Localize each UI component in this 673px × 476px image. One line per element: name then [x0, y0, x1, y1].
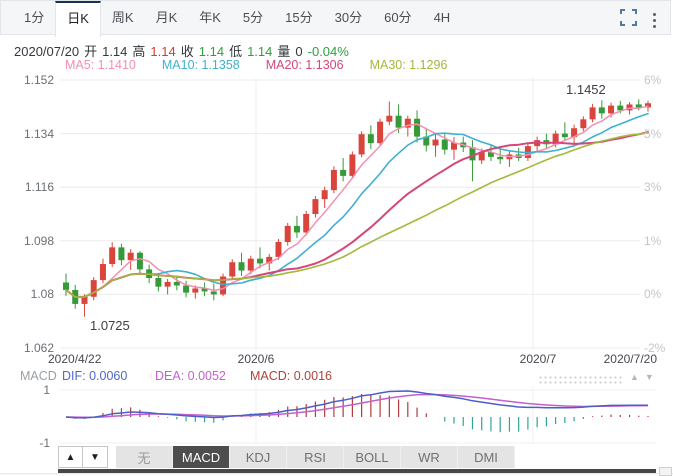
quote-volume-value: 0: [295, 44, 302, 59]
period-tab-5分[interactable]: 5分: [232, 1, 274, 35]
period-tab-1分[interactable]: 1分: [13, 1, 55, 35]
quote-open-value: 1.14: [102, 44, 127, 59]
price-tick-1.116: 1.116: [2, 180, 54, 194]
pane-resize-handle[interactable]: [538, 375, 624, 384]
indicator-tab-MACD[interactable]: MACD: [173, 446, 230, 468]
price-tick-1.062: 1.062: [2, 341, 54, 355]
period-tab-月K[interactable]: 月K: [145, 1, 189, 35]
indicator-bar: ▲ ▼ 无MACDKDJRSIBOLLWRDMI: [58, 446, 515, 468]
macd-axis-top: 1: [4, 383, 50, 397]
period-tab-周K[interactable]: 周K: [101, 1, 145, 35]
period-tab-日K[interactable]: 日K: [55, 1, 101, 37]
pane-collapse-arrows[interactable]: ▲▼: [630, 372, 660, 382]
quote-date: 2020/07/20: [14, 44, 79, 59]
period-tab-4H[interactable]: 4H: [423, 1, 462, 35]
percent-tick-1%: 1%: [644, 234, 661, 248]
indicator-down-button[interactable]: ▼: [83, 446, 108, 468]
ma10-legend: MA10: 1.1358: [162, 58, 240, 72]
quote-open-label: 开: [84, 44, 97, 59]
time-tick-2020/7/20: 2020/7/20: [604, 352, 657, 366]
price-tick-1.152: 1.152: [2, 73, 54, 87]
scroll-corner: [659, 467, 672, 476]
quote-close-value: 1.14: [199, 44, 224, 59]
more-menu-icon[interactable]: [651, 11, 658, 30]
indicator-tab-KDJ[interactable]: KDJ: [230, 446, 287, 468]
period-tab-60分[interactable]: 60分: [373, 1, 422, 35]
indicator-tabs: 无MACDKDJRSIBOLLWRDMI: [116, 446, 515, 468]
indicator-tab-WR[interactable]: WR: [401, 446, 458, 468]
indicator-tab-RSI[interactable]: RSI: [287, 446, 344, 468]
macd-macd-value[interactable]: MACD: 0.0016: [250, 369, 332, 383]
time-tick-2020/7: 2020/7: [520, 352, 557, 366]
quote-low-label: 低: [229, 44, 242, 59]
indicator-tab-无[interactable]: 无: [116, 446, 173, 468]
topbar-icons: [620, 9, 658, 31]
period-tab-年K[interactable]: 年K: [188, 1, 232, 35]
fullscreen-icon[interactable]: [620, 9, 637, 31]
period-tab-30分[interactable]: 30分: [324, 1, 373, 35]
quote-high-value: 1.14: [150, 44, 175, 59]
quote-high-label: 高: [132, 44, 145, 59]
high-price-annotation: 1.1452: [566, 82, 606, 97]
quote-volume-label: 量: [277, 44, 290, 59]
ma20-legend: MA20: 1.1306: [266, 58, 344, 72]
percent-tick-6%: 6%: [644, 73, 661, 87]
ma30-legend: MA30: 1.1296: [370, 58, 448, 72]
macd-dif-value[interactable]: DIF: 0.0060: [62, 369, 127, 383]
kline-chart-app: 1分日K周K月K年K5分15分30分60分4H 2020/07/20 开 1.14 高…: [0, 0, 673, 476]
percent-tick-0%: 0%: [644, 287, 661, 301]
period-tabs: 1分日K周K月K年K5分15分30分60分4H: [13, 1, 461, 35]
period-tabbar: 1分日K周K月K年K5分15分30分60分4H: [0, 0, 671, 35]
price-tick-1.098: 1.098: [2, 234, 54, 248]
macd-axis-bottom: -1: [4, 436, 50, 450]
indicator-tab-BOLL[interactable]: BOLL: [344, 446, 401, 468]
indicator-tab-DMI[interactable]: DMI: [458, 446, 515, 468]
indicator-up-button[interactable]: ▲: [58, 446, 83, 468]
time-tick-2020/4/22: 2020/4/22: [48, 352, 101, 366]
macd-dea-value[interactable]: DEA: 0.0052: [155, 369, 226, 383]
quote-low-value: 1.14: [247, 44, 272, 59]
time-tick-2020/6: 2020/6: [238, 352, 275, 366]
percent-tick-3%: 3%: [644, 180, 661, 194]
period-tab-15分[interactable]: 15分: [274, 1, 323, 35]
price-tick-1.08: 1.08: [2, 287, 54, 301]
low-price-annotation: 1.0725: [90, 318, 130, 333]
price-tick-1.134: 1.134: [2, 127, 54, 141]
quote-close-label: 收: [181, 44, 194, 59]
macd-title: MACD: [20, 369, 57, 383]
ma5-legend: MA5: 1.1410: [65, 58, 136, 72]
ma-legend: MA5: 1.1410 MA10: 1.1358 MA20: 1.1306 MA30:…: [65, 58, 473, 72]
percent-tick-5%: 5%: [644, 127, 661, 141]
quote-change-value: -0.04%: [308, 44, 349, 59]
